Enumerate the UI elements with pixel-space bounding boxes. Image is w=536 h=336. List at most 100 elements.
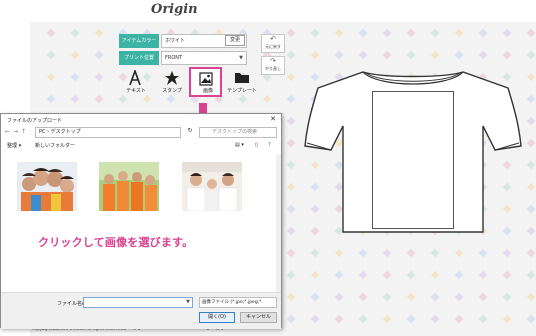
- pattern-diamond: [430, 28, 440, 38]
- pattern-diamond: [478, 28, 488, 38]
- pattern-diamond: [502, 248, 512, 258]
- pattern-diamond: [478, 314, 488, 324]
- origin-logo: Origin: [151, 2, 198, 17]
- pattern-diamond: [310, 292, 320, 302]
- pattern-diamond: [382, 270, 392, 280]
- pattern-diamond: [94, 28, 104, 38]
- pattern-diamond: [286, 138, 296, 148]
- search-input[interactable]: デスクトップの検索: [199, 127, 277, 138]
- text-icon: [129, 70, 141, 86]
- pattern-diamond: [334, 28, 344, 38]
- pattern-diamond: [382, 28, 392, 38]
- print-side-value: FRONT: [165, 55, 183, 61]
- pattern-diamond: [526, 94, 536, 104]
- pattern-diamond: [334, 270, 344, 280]
- pattern-diamond: [454, 50, 464, 60]
- pattern-diamond: [286, 72, 296, 82]
- forward-arrow-icon[interactable]: →: [13, 128, 18, 135]
- photo-children-image: [17, 162, 77, 211]
- pattern-diamond: [526, 182, 536, 192]
- print-side-label: プリント位置: [119, 51, 159, 65]
- folder-icon: [235, 73, 249, 83]
- pattern-diamond: [310, 50, 320, 60]
- address-bar[interactable]: PC › デスクトップ: [35, 127, 181, 138]
- file-thumbnail-1[interactable]: [17, 162, 77, 211]
- pattern-diamond: [94, 72, 104, 82]
- tool-image[interactable]: 画像: [189, 67, 222, 97]
- back-arrow-icon[interactable]: ←: [5, 128, 10, 135]
- file-thumbnail-2[interactable]: [99, 162, 159, 211]
- file-list-scrollbar[interactable]: [276, 154, 281, 292]
- pattern-diamond: [526, 248, 536, 258]
- pattern-diamond: [406, 28, 416, 38]
- pattern-diamond: [70, 28, 80, 38]
- pattern-diamond: [406, 248, 416, 258]
- pattern-diamond: [286, 226, 296, 236]
- filename-input[interactable]: ▼: [83, 297, 193, 308]
- open-button[interactable]: 開く(O): [199, 312, 235, 323]
- close-icon[interactable]: ✕: [270, 115, 276, 123]
- tool-template[interactable]: テンプレート: [225, 68, 259, 96]
- cancel-button[interactable]: キャンセル: [240, 312, 277, 323]
- pattern-diamond: [334, 292, 344, 302]
- pattern-diamond: [454, 292, 464, 302]
- pattern-diamond: [310, 28, 320, 38]
- pattern-diamond: [358, 50, 368, 60]
- pattern-diamond: [70, 72, 80, 82]
- pattern-diamond: [502, 50, 512, 60]
- pattern-diamond: [430, 50, 440, 60]
- pattern-diamond: [310, 270, 320, 280]
- redo-icon: ↷: [270, 57, 276, 65]
- view-icon[interactable]: ▤ ▾: [235, 142, 244, 148]
- pattern-diamond: [46, 28, 56, 38]
- pattern-diamond: [262, 94, 272, 104]
- pattern-diamond: [526, 204, 536, 214]
- chevron-down-icon: ▼: [239, 55, 243, 61]
- organize-button[interactable]: 整理 ▾: [7, 142, 21, 149]
- dialog-footer: ファイル名(N): ▼ 画像ファイル (*.jpe;*.jpeg;*. 開く(O…: [1, 292, 281, 329]
- tool-stamp[interactable]: スタンプ: [155, 68, 189, 96]
- pattern-diamond: [334, 314, 344, 324]
- pattern-diamond: [406, 270, 416, 280]
- pattern-diamond: [502, 28, 512, 38]
- pattern-diamond: [526, 28, 536, 38]
- image-icon: [199, 72, 213, 86]
- refresh-icon[interactable]: ↻: [185, 127, 195, 138]
- file-list: img01.jpg img02.jpg: [5, 154, 279, 331]
- new-folder-button[interactable]: 新しいフォルダー: [35, 142, 75, 149]
- print-side-select[interactable]: FRONT ▼: [161, 51, 247, 65]
- pattern-diamond: [454, 248, 464, 258]
- pattern-diamond: [454, 270, 464, 280]
- pattern-diamond: [286, 160, 296, 170]
- address-path: PC › デスクトップ: [39, 129, 81, 135]
- print-area[interactable]: [372, 91, 454, 229]
- redo-button[interactable]: ↷ やり直し: [261, 56, 285, 75]
- change-color-button[interactable]: 変更: [225, 35, 245, 46]
- undo-button[interactable]: ↶ 元に戻す: [261, 34, 285, 53]
- pattern-diamond: [358, 314, 368, 324]
- pattern-diamond: [454, 314, 464, 324]
- pattern-diamond: [358, 270, 368, 280]
- print-side-row: プリント位置 FRONT ▼: [119, 51, 249, 65]
- undo-label: 元に戻す: [265, 44, 281, 49]
- pattern-diamond: [286, 94, 296, 104]
- stamp-icon: [165, 71, 179, 85]
- pattern-diamond: [430, 248, 440, 258]
- pattern-diamond: [382, 50, 392, 60]
- pattern-diamond: [286, 292, 296, 302]
- pattern-diamond: [478, 270, 488, 280]
- pattern-diamond: [502, 292, 512, 302]
- pattern-diamond: [526, 138, 536, 148]
- app-header: Origin: [30, 0, 536, 23]
- pattern-diamond: [358, 292, 368, 302]
- pattern-diamond: [46, 72, 56, 82]
- tool-text[interactable]: テキスト: [119, 68, 153, 96]
- file-type-select[interactable]: 画像ファイル (*.jpe;*.jpeg;*.: [199, 297, 277, 308]
- help-icon[interactable]: ?: [268, 142, 271, 148]
- pattern-diamond: [286, 50, 296, 60]
- pane-icon[interactable]: ▯: [255, 142, 258, 148]
- pattern-diamond: [382, 248, 392, 258]
- pattern-diamond: [286, 182, 296, 192]
- up-arrow-icon[interactable]: ↑: [21, 128, 26, 135]
- file-thumbnail-3[interactable]: [182, 162, 242, 211]
